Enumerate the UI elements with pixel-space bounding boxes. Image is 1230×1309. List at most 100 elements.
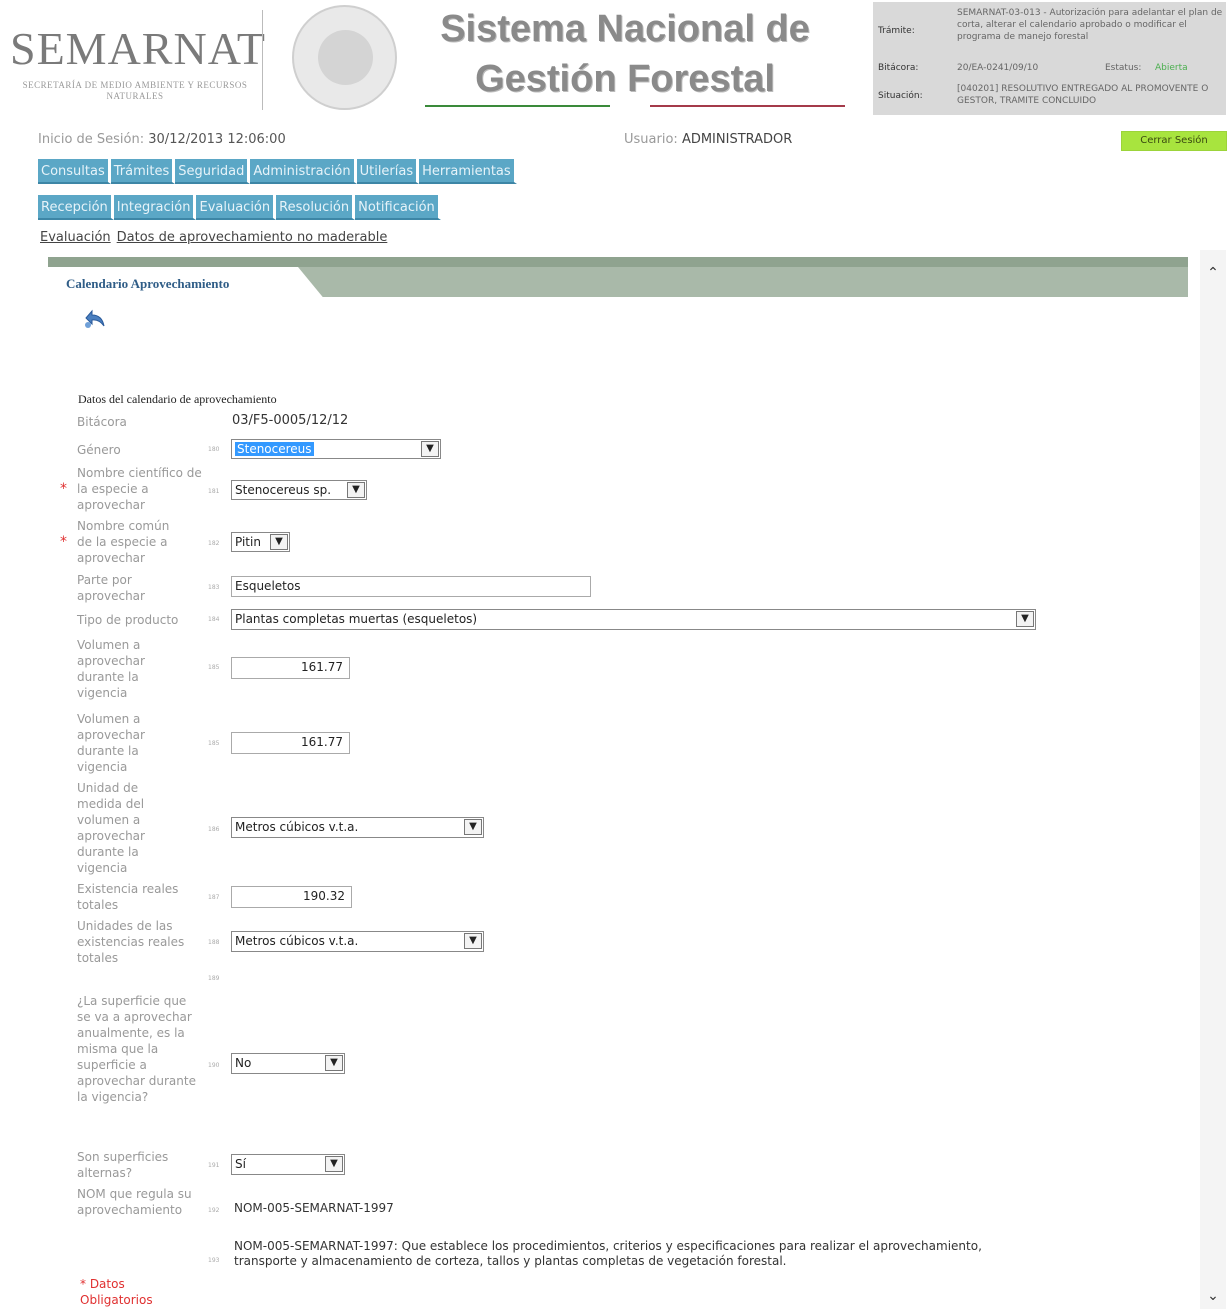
system-title: Sistema Nacional de Gestión Forestal bbox=[420, 4, 830, 104]
required-fields-note: * Datos Obligatorios bbox=[80, 1277, 153, 1307]
nombre-comun-label: Nombre común de la especie a aprovechar bbox=[77, 519, 170, 565]
nombre-cientifico-num: 181 bbox=[208, 488, 220, 495]
alternas-value: Sí bbox=[235, 1157, 246, 1171]
semarnat-logo: SEMARNAT bbox=[10, 23, 266, 74]
volumen-label: Volumen a aprovechar durante la vigencia bbox=[77, 712, 145, 774]
session-start-value: 30/12/2013 12:06:00 bbox=[148, 132, 286, 147]
unidades-existencias-value: Metros cúbicos v.t.a. bbox=[235, 934, 359, 948]
field-189-num: 189 bbox=[208, 975, 220, 982]
title-underline-green bbox=[425, 105, 610, 107]
back-arrow-icon[interactable] bbox=[82, 308, 108, 330]
unidad-volumen-num: 186 bbox=[208, 826, 220, 833]
tab-calendario-aprovechamiento[interactable]: Calendario Aprovechamiento bbox=[66, 276, 229, 292]
chevron-down-icon: ▼ bbox=[325, 1055, 343, 1071]
parte-num: 183 bbox=[208, 584, 220, 591]
breadcrumb-datos-aprovechamiento[interactable]: Datos de aprovechamiento no maderable bbox=[117, 230, 388, 245]
menu-item-evaluacion[interactable]: Evaluación bbox=[196, 195, 277, 220]
unidad-volumen-label: Unidad de medida del volumen a aprovecha… bbox=[77, 781, 145, 875]
menu-item-administracion[interactable]: Administración bbox=[250, 159, 357, 184]
unidad-volumen-select[interactable]: Metros cúbicos v.t.a. ▼ bbox=[231, 817, 484, 838]
system-title-line2: Gestión Forestal bbox=[475, 58, 775, 100]
chevron-down-icon: ▼ bbox=[464, 819, 482, 835]
nombre-cientifico-label: Nombre científico de la especie a aprove… bbox=[77, 466, 202, 512]
nombre-comun-select[interactable]: Pitin ▼ bbox=[231, 532, 290, 552]
genero-num: 180 bbox=[208, 446, 220, 453]
nom-description: NOM-005-SEMARNAT-1997: Que establece los… bbox=[234, 1239, 982, 1268]
menu-item-resolucion[interactable]: Resolución bbox=[276, 195, 356, 220]
volumen-num: 185 bbox=[208, 664, 220, 671]
alternas-select[interactable]: Sí ▼ bbox=[231, 1154, 345, 1175]
chevron-down-icon: ▼ bbox=[1016, 611, 1034, 627]
tramite-value: SEMARNAT-03-013 - Autorización para adel… bbox=[957, 8, 1223, 42]
required-mark: * bbox=[60, 534, 67, 550]
genero-select-value: Stenocereus bbox=[235, 442, 314, 456]
existencia-input[interactable]: 190.32 bbox=[231, 886, 352, 908]
system-title-line1: Sistema Nacional de bbox=[440, 8, 810, 50]
nombre-cientifico-value: Stenocereus sp. bbox=[235, 483, 332, 497]
title-underline-red bbox=[650, 105, 845, 107]
parte-input[interactable]: Esqueletos bbox=[231, 576, 591, 597]
tramite-label: Trámite: bbox=[878, 26, 915, 36]
bitacora-label: Bitácora: bbox=[878, 63, 919, 73]
menu-item-herramientas[interactable]: Herramientas bbox=[419, 159, 517, 184]
superficie-num: 190 bbox=[208, 1062, 220, 1069]
tipo-producto-value: Plantas completas muertas (esqueletos) bbox=[235, 612, 478, 626]
situacion-value: [040201] RESOLUTIVO ENTREGADO AL PROMOVE… bbox=[957, 84, 1209, 106]
situacion-label: Situación: bbox=[878, 91, 923, 101]
scroll-up-icon[interactable]: ⌃ bbox=[1200, 265, 1226, 281]
chevron-down-icon: ▼ bbox=[270, 534, 288, 550]
volumen-input[interactable]: 161.77 bbox=[231, 732, 350, 754]
superficie-select[interactable]: No ▼ bbox=[231, 1053, 345, 1074]
existencia-label: Existencia reales totales bbox=[77, 882, 179, 912]
bitacora-value: 20/EA-0241/09/10 bbox=[957, 63, 1039, 73]
volumen-label: Volumen a aprovechar durante la vigencia bbox=[77, 638, 145, 700]
alternas-label: Son superficies alternas? bbox=[77, 1150, 169, 1180]
user-label: Usuario: bbox=[624, 132, 678, 147]
scrollbar[interactable] bbox=[1200, 250, 1226, 1309]
scroll-down-icon[interactable]: ⌄ bbox=[1200, 1288, 1226, 1304]
chevron-down-icon: ▼ bbox=[325, 1156, 343, 1172]
nom-num: 192 bbox=[208, 1207, 220, 1214]
parte-label: Parte por aprovechar bbox=[77, 573, 145, 603]
estatus-label: Estatus: bbox=[1105, 63, 1142, 73]
menu-item-integracion[interactable]: Integración bbox=[113, 195, 197, 220]
breadcrumb-evaluacion[interactable]: Evaluación bbox=[40, 230, 111, 245]
nombre-cientifico-select[interactable]: Stenocereus sp. ▼ bbox=[231, 480, 367, 500]
national-seal-emblem bbox=[318, 30, 373, 85]
main-menu: Consultas Trámites Seguridad Administrac… bbox=[38, 159, 517, 184]
unidades-existencias-label: Unidades de las existencias reales total… bbox=[77, 919, 185, 965]
chevron-down-icon: ▼ bbox=[347, 482, 365, 498]
menu-item-consultas[interactable]: Consultas bbox=[38, 159, 111, 184]
tramite-info-panel: Trámite: SEMARNAT-03-013 - Autorización … bbox=[873, 2, 1226, 115]
semarnat-logo-subtitle: SECRETARÍA DE MEDIO AMBIENTE Y RECURSOS … bbox=[22, 80, 248, 101]
volumen-input[interactable]: 161.77 bbox=[231, 657, 350, 679]
user-value: ADMINISTRADOR bbox=[681, 132, 793, 147]
nom-label: NOM que regula su aprovechamiento bbox=[77, 1187, 192, 1217]
nombre-comun-num: 182 bbox=[208, 540, 220, 547]
menu-item-tramites[interactable]: Trámites bbox=[110, 159, 176, 184]
header-divider bbox=[262, 10, 263, 110]
menu-item-recepcion[interactable]: Recepción bbox=[38, 195, 114, 220]
nombre-comun-value: Pitin bbox=[235, 535, 261, 549]
genero-select[interactable]: Stenocereus ▼ bbox=[231, 439, 441, 459]
menu-item-notificacion[interactable]: Notificación bbox=[355, 195, 441, 220]
form-section-title: Datos del calendario de aprovechamiento bbox=[78, 392, 277, 406]
volumen-num: 185 bbox=[208, 740, 220, 747]
bitacora-field-label: Bitácora bbox=[77, 415, 127, 429]
breadcrumb: Evaluación Datos de aprovechamiento no ma… bbox=[40, 230, 393, 245]
menu-item-seguridad[interactable]: Seguridad bbox=[175, 159, 251, 184]
chevron-down-icon: ▼ bbox=[464, 933, 482, 949]
workflow-menu: Recepción Integración Evaluación Resoluc… bbox=[38, 195, 441, 220]
existencia-num: 187 bbox=[208, 894, 220, 901]
superficie-label: ¿La superficie que se va a aprovechar an… bbox=[77, 994, 196, 1104]
tipo-producto-label: Tipo de producto bbox=[77, 613, 179, 627]
current-user: Usuario: ADMINISTRADOR bbox=[624, 132, 792, 147]
logout-button[interactable]: Cerrar Sesión bbox=[1121, 131, 1227, 151]
unidades-existencias-select[interactable]: Metros cúbicos v.t.a. ▼ bbox=[231, 931, 484, 952]
nom-value: NOM-005-SEMARNAT-1997 bbox=[234, 1201, 394, 1215]
session-start: Inicio de Sesión: 30/12/2013 12:06:00 bbox=[38, 132, 286, 147]
superficie-value: No bbox=[235, 1056, 252, 1070]
chevron-down-icon: ▼ bbox=[421, 441, 439, 457]
tipo-producto-select[interactable]: Plantas completas muertas (esqueletos) ▼ bbox=[231, 609, 1036, 630]
menu-item-utilerias[interactable]: Utilerías bbox=[356, 159, 420, 184]
